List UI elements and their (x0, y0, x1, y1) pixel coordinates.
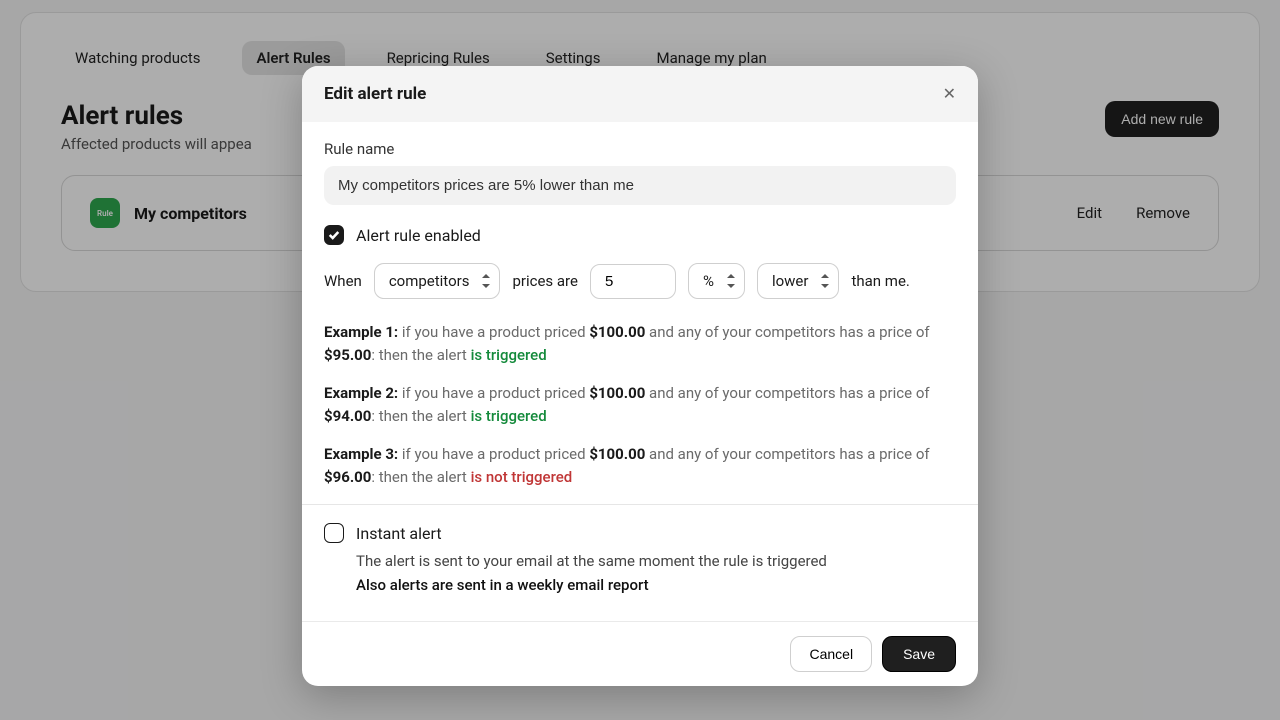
modal-title: Edit alert rule (324, 84, 426, 104)
edit-alert-rule-modal: Edit alert rule ✕ Rule name Alert rule e… (302, 66, 978, 686)
example-text: Example 2: if you have a product priced … (324, 382, 956, 427)
cancel-button[interactable]: Cancel (790, 636, 872, 672)
chevrons-icon (726, 274, 736, 288)
sentence-prices-are: prices are (512, 272, 577, 290)
rule-name-label: Rule name (324, 140, 956, 158)
save-button[interactable]: Save (882, 636, 956, 672)
sentence-than-me: than me. (851, 272, 909, 290)
alert-enabled-checkbox[interactable] (324, 225, 344, 245)
instant-alert-desc-2: Also alerts are sent in a weekly email r… (356, 573, 956, 597)
unit-select[interactable]: % (688, 263, 745, 299)
direction-select[interactable]: lower (757, 263, 840, 299)
rule-name-input[interactable] (324, 166, 956, 205)
instant-alert-label: Instant alert (356, 524, 442, 543)
instant-alert-checkbox[interactable] (324, 523, 344, 543)
chevrons-icon (481, 274, 491, 288)
example-text: Example 3: if you have a product priced … (324, 443, 956, 488)
rule-sentence: When competitors prices are % lower than… (324, 263, 956, 299)
instant-alert-desc-1: The alert is sent to your email at the s… (356, 549, 956, 573)
who-select[interactable]: competitors (374, 263, 501, 299)
alert-enabled-label: Alert rule enabled (356, 226, 481, 245)
divider (302, 504, 978, 505)
example-text: Example 1: if you have a product priced … (324, 321, 956, 366)
modal-overlay: Edit alert rule ✕ Rule name Alert rule e… (0, 0, 1280, 720)
sentence-when: When (324, 272, 362, 290)
amount-input[interactable] (590, 264, 676, 299)
chevrons-icon (820, 274, 830, 288)
close-icon[interactable]: ✕ (943, 86, 956, 102)
